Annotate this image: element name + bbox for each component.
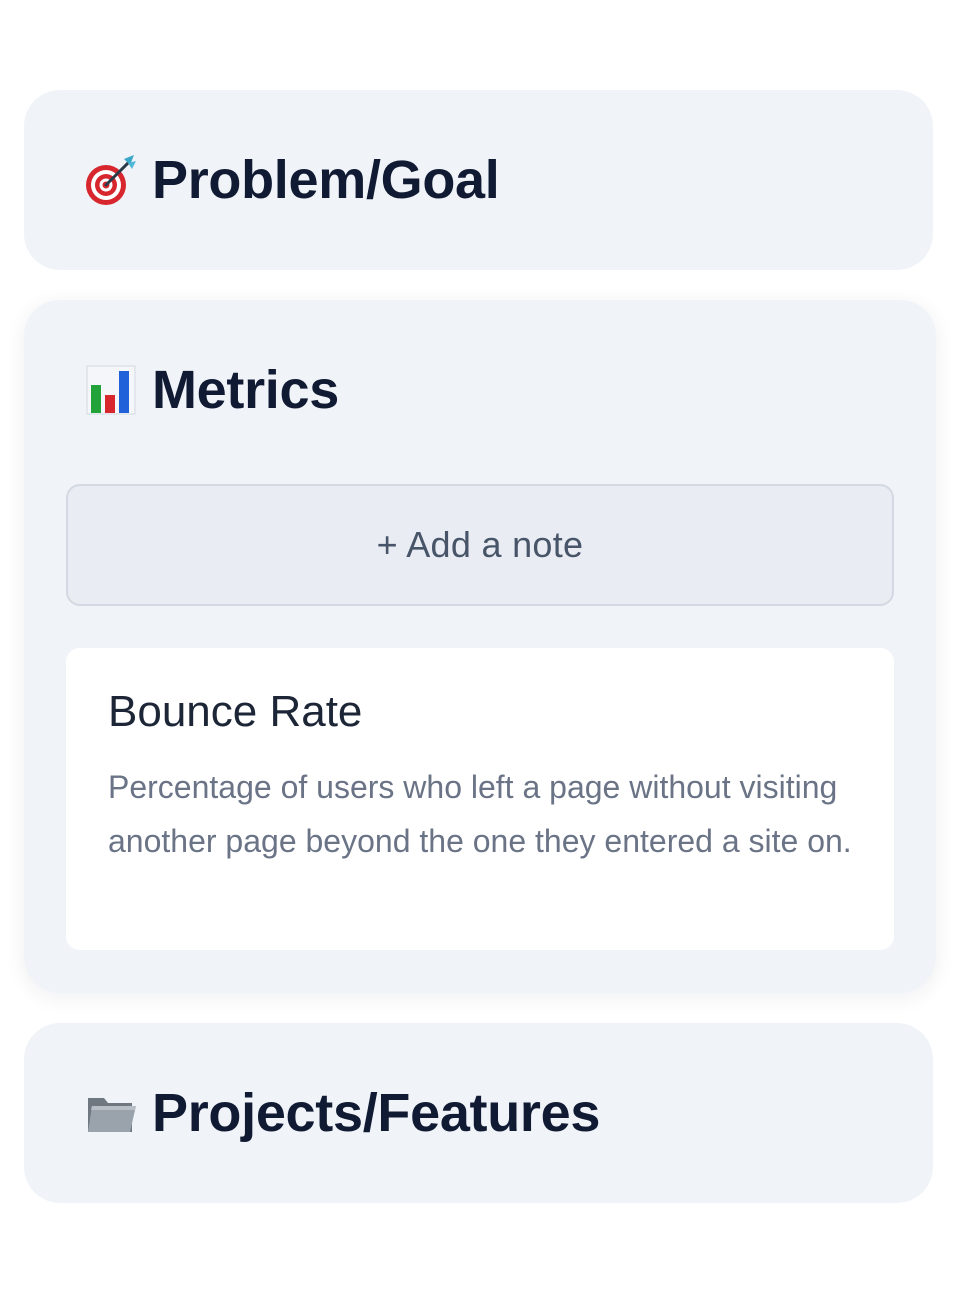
problem-goal-header[interactable]: Problem/Goal bbox=[84, 148, 500, 212]
note-card[interactable]: Bounce Rate Percentage of users who left… bbox=[66, 648, 894, 950]
problem-goal-title: Problem/Goal bbox=[152, 150, 500, 210]
note-title: Bounce Rate bbox=[108, 687, 363, 736]
metrics-title: Metrics bbox=[152, 360, 339, 420]
projects-features-title: Projects/Features bbox=[152, 1083, 601, 1143]
folder-icon bbox=[88, 1098, 136, 1132]
metrics-header[interactable]: Metrics bbox=[84, 358, 339, 422]
projects-features-section: Projects/Features bbox=[24, 1023, 933, 1203]
add-note-label: + Add a note bbox=[376, 524, 584, 565]
projects-features-header[interactable]: Projects/Features bbox=[84, 1081, 600, 1145]
board-page: Problem/Goal Metrics + Add a note Bounce… bbox=[0, 0, 960, 1291]
bar-chart-icon bbox=[86, 365, 136, 415]
add-note-button[interactable]: + Add a note bbox=[66, 484, 894, 606]
note-body: Percentage of users who left a page with… bbox=[108, 769, 852, 859]
metrics-section: Metrics + Add a note Bounce Rate Percent… bbox=[24, 300, 936, 993]
dart-target-icon bbox=[86, 155, 136, 205]
problem-goal-section: Problem/Goal bbox=[24, 90, 933, 270]
